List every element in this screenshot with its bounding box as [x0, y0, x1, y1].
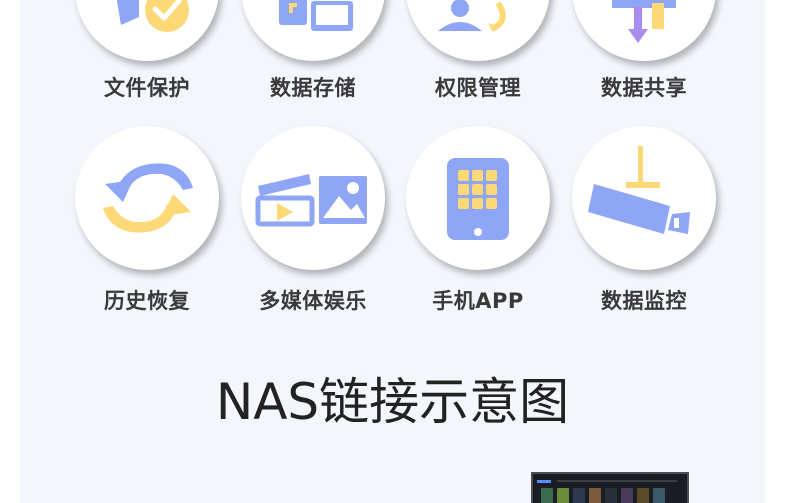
data-share-icon — [572, 0, 716, 61]
tv-tile — [605, 488, 617, 503]
tv-menu-bar — [557, 480, 677, 482]
feature-label-mobile-app: 手机APP — [432, 289, 524, 313]
history-restore-icon — [75, 126, 219, 270]
feature-label-history-restore: 历史恢复 — [104, 289, 190, 313]
feature-label-data-share: 数据共享 — [601, 76, 687, 100]
tv-tile — [589, 488, 601, 503]
section-title: NAS链接示意图 — [215, 373, 570, 431]
permission-icon — [406, 0, 550, 61]
data-storage-icon — [241, 0, 385, 61]
tv-tile — [653, 488, 665, 503]
tv-screen-image — [531, 472, 689, 503]
tv-tile — [557, 488, 569, 503]
multimedia-icon — [241, 126, 385, 270]
feature-label-file-protect: 文件保护 — [104, 76, 190, 100]
mobile-app-icon — [406, 126, 550, 270]
tv-tile — [573, 488, 585, 503]
tv-tile — [637, 488, 649, 503]
tv-logo-mark — [537, 480, 551, 483]
feature-label-data-storage: 数据存储 — [270, 76, 356, 100]
feature-label-permission: 权限管理 — [435, 76, 521, 100]
file-protect-icon — [75, 0, 219, 61]
surveillance-camera-icon — [572, 126, 716, 270]
tv-tile — [621, 488, 633, 503]
feature-label-surveillance: 数据监控 — [601, 289, 687, 313]
feature-label-multimedia: 多媒体娱乐 — [259, 289, 367, 313]
tv-tile — [541, 488, 553, 503]
